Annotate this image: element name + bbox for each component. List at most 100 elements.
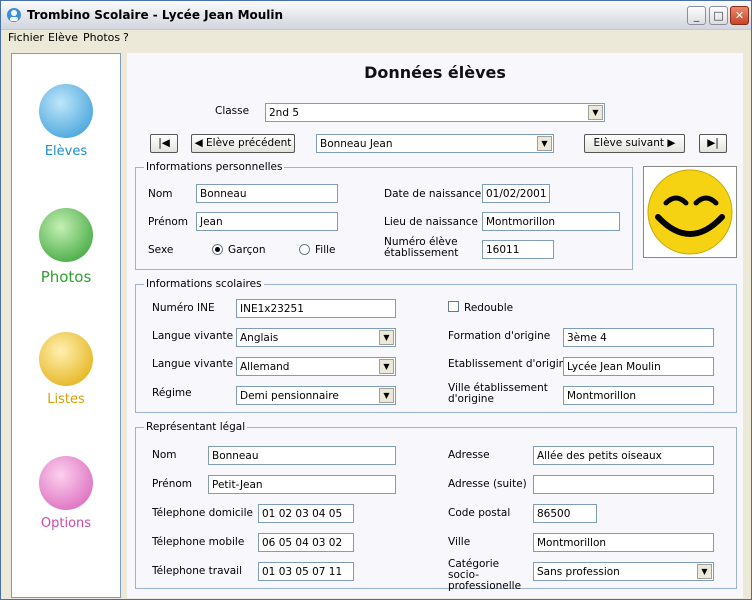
- menu-fichier[interactable]: Fichier: [8, 31, 44, 44]
- sexe-label: Sexe: [148, 244, 174, 256]
- ville-etab-field[interactable]: Montmorillon: [563, 386, 714, 405]
- lv2-value: Allemand: [240, 361, 290, 373]
- chevron-down-icon: ▼: [697, 564, 712, 579]
- window-title: Trombino Scolaire - Lycée Jean Moulin: [27, 8, 284, 22]
- prenom-field[interactable]: Jean: [196, 212, 338, 231]
- date-field[interactable]: 01/02/2001: [482, 184, 550, 203]
- redouble-checkbox[interactable]: [448, 301, 459, 312]
- menu-photos[interactable]: Photos: [83, 31, 120, 44]
- student-select[interactable]: Bonneau Jean ▼: [316, 134, 554, 153]
- legal-rep-title: Représentant légal: [144, 421, 248, 433]
- numero-field[interactable]: 16011: [482, 240, 554, 259]
- fille-radio[interactable]: [299, 244, 310, 255]
- adresse2-label: Adresse (suite): [448, 478, 527, 490]
- chevron-down-icon: ▼: [379, 359, 394, 374]
- nom-field[interactable]: Bonneau: [196, 184, 338, 203]
- prev-label: Elève précédent: [206, 137, 292, 149]
- smiley-icon: [647, 169, 733, 255]
- tel-mob-field[interactable]: 06 05 04 03 02: [258, 533, 354, 552]
- ville-etab-label: Ville établissement d'origine: [448, 382, 548, 405]
- ville-field[interactable]: Montmorillon: [533, 533, 714, 552]
- next-label: Elève suivant: [593, 137, 665, 149]
- tel-dom-label: Télephone domicile: [152, 507, 253, 519]
- adresse-field[interactable]: Allée des petits oiseaux: [533, 446, 714, 465]
- cp-field[interactable]: 86500: [533, 504, 597, 523]
- lieu-label: Lieu de naissance: [384, 216, 478, 228]
- formation-label: Formation d'origine: [448, 330, 551, 342]
- students-icon: [39, 84, 93, 138]
- student-value: Bonneau Jean: [320, 138, 393, 150]
- classe-value: 2nd 5: [269, 107, 300, 119]
- date-label: Date de naissance: [384, 188, 482, 200]
- csp-value: Sans profession: [537, 566, 620, 578]
- previous-student-button[interactable]: ◀ Elève précédent: [191, 134, 295, 153]
- app-window: Trombino Scolaire - Lycée Jean Moulin _ …: [0, 0, 752, 600]
- lv2-label: Langue vivante 2: [152, 358, 244, 370]
- camera-icon: [39, 208, 93, 262]
- next-student-button[interactable]: Elève suivant ▶: [584, 134, 685, 153]
- tel-trav-field[interactable]: 01 03 05 07 11: [258, 562, 354, 581]
- school-info-title: Informations scolaires: [144, 278, 264, 290]
- numero-label: Numéro élève établissement: [384, 236, 459, 259]
- classe-label: Classe: [215, 105, 250, 117]
- legal-nom-field[interactable]: Bonneau: [208, 446, 396, 465]
- list-icon: [39, 332, 93, 386]
- chevron-down-icon: ▼: [537, 136, 552, 151]
- nav-eleves[interactable]: Elèves: [12, 84, 120, 159]
- ville-label: Ville: [448, 536, 471, 548]
- lv1-label: Langue vivante 1: [152, 330, 244, 342]
- chevron-down-icon: ▼: [379, 330, 394, 345]
- maximize-button[interactable]: □: [709, 6, 728, 25]
- close-button[interactable]: ✕: [730, 6, 749, 25]
- nav-options[interactable]: Options: [12, 456, 120, 531]
- legal-rep-group: Représentant légal Nom Bonneau Prénom Pe…: [135, 421, 737, 592]
- school-info-group: Informations scolaires Numéro INE INE1x2…: [135, 278, 737, 413]
- tel-trav-label: Télephone travail: [152, 565, 243, 577]
- minimize-button[interactable]: _: [687, 6, 706, 25]
- fille-label: Fille: [315, 244, 336, 256]
- menu-help[interactable]: ?: [123, 31, 129, 44]
- first-student-button[interactable]: |◀: [150, 134, 178, 153]
- adresse2-field[interactable]: [533, 475, 714, 494]
- chevron-down-icon: ▼: [588, 105, 603, 120]
- nav-listes[interactable]: Listes: [12, 332, 120, 407]
- menu-bar: Fichier Elève Photos ?: [1, 30, 751, 46]
- page-title: Données élèves: [364, 63, 506, 82]
- personal-info-group: Informations personnelles Nom Bonneau Pr…: [135, 161, 633, 270]
- regime-select[interactable]: Demi pensionnaire ▼: [236, 386, 396, 405]
- title-bar: Trombino Scolaire - Lycée Jean Moulin _ …: [1, 1, 751, 30]
- lv2-select[interactable]: Allemand ▼: [236, 357, 396, 376]
- csp-select[interactable]: Sans profession ▼: [533, 562, 714, 581]
- nav-options-label: Options: [40, 516, 92, 531]
- app-icon: [7, 8, 21, 22]
- tools-icon: [39, 456, 93, 510]
- chevron-down-icon: ▼: [379, 388, 394, 403]
- student-photo[interactable]: [643, 166, 737, 258]
- lv1-select[interactable]: Anglais ▼: [236, 328, 396, 347]
- menu-eleve[interactable]: Elève: [48, 31, 78, 44]
- etab-field[interactable]: Lycée Jean Moulin: [563, 357, 714, 376]
- legal-nom-label: Nom: [152, 449, 177, 461]
- etab-label: Etablissement d'origine: [448, 358, 572, 370]
- ine-field[interactable]: INE1x23251: [236, 299, 396, 318]
- csp-label: Catégorie socio-professionelle: [448, 558, 522, 592]
- garcon-radio[interactable]: [212, 244, 223, 255]
- lieu-field[interactable]: Montmorillon: [482, 212, 620, 231]
- last-student-button[interactable]: ▶|: [699, 134, 727, 153]
- nav-photos[interactable]: Photos: [12, 208, 120, 286]
- ine-label: Numéro INE: [152, 302, 215, 314]
- legal-prenom-field[interactable]: Petit-Jean: [208, 475, 396, 494]
- nav-eleves-label: Elèves: [44, 144, 88, 159]
- personal-info-title: Informations personnelles: [144, 161, 285, 173]
- tel-dom-field[interactable]: 01 02 03 04 05: [258, 504, 354, 523]
- adresse-label: Adresse: [448, 449, 490, 461]
- tel-mob-label: Télephone mobile: [152, 536, 245, 548]
- regime-value: Demi pensionnaire: [240, 390, 339, 402]
- classe-select[interactable]: 2nd 5 ▼: [265, 103, 605, 122]
- formation-field[interactable]: 3ème 4: [563, 328, 714, 347]
- main-panel: Données élèves Classe 2nd 5 ▼ |◀ ◀ Elève …: [127, 53, 743, 598]
- lv1-value: Anglais: [240, 332, 279, 344]
- nav-photos-label: Photos: [40, 268, 92, 286]
- legal-prenom-label: Prénom: [152, 478, 193, 490]
- nav-listes-label: Listes: [47, 392, 85, 407]
